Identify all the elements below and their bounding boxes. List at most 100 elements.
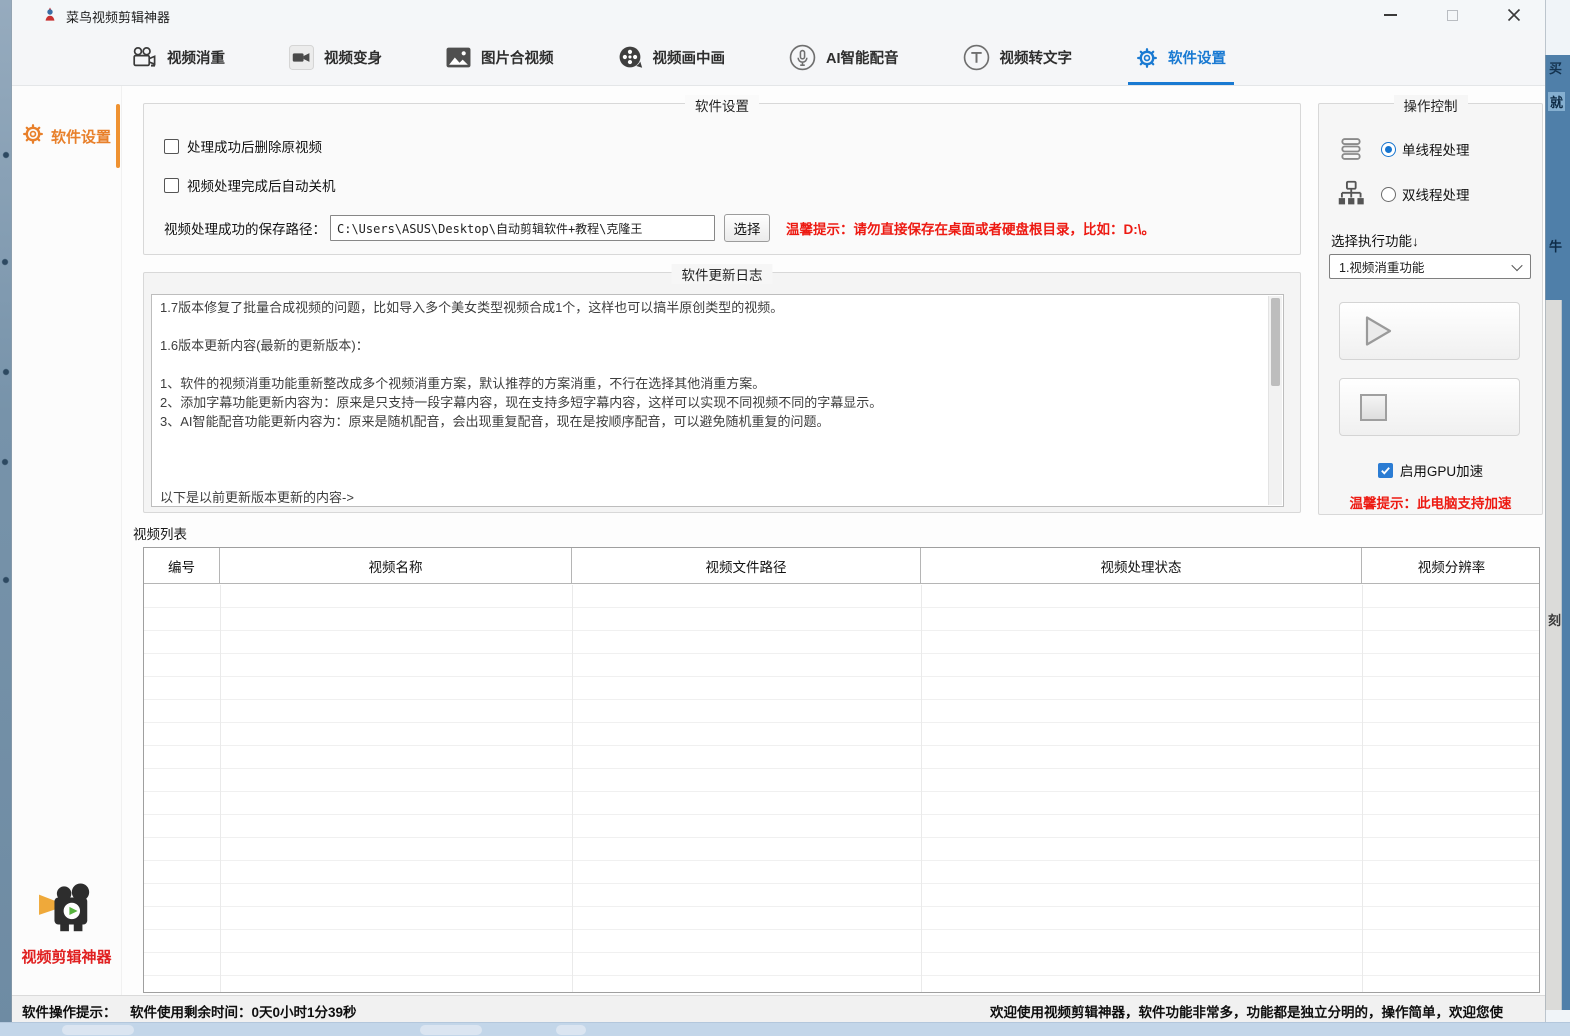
tab-label: AI智能配音 bbox=[826, 47, 899, 68]
app-logo: 视频剪辑神器 bbox=[12, 883, 121, 967]
background-text-fragment: 牛 bbox=[1549, 236, 1562, 255]
tab-pip[interactable]: 视频画中画 bbox=[618, 30, 726, 85]
film-reel-icon bbox=[618, 45, 643, 70]
single-thread-label: 单线程处理 bbox=[1402, 139, 1470, 159]
tab-label: 视频画中画 bbox=[653, 47, 726, 68]
image-icon bbox=[446, 47, 471, 68]
text-circle-icon bbox=[963, 44, 990, 71]
single-thread-row: 单线程处理 bbox=[1335, 136, 1470, 162]
gpu-warning: 温馨提示：此电脑支持加速 bbox=[1319, 492, 1542, 512]
play-icon bbox=[1360, 313, 1396, 349]
gpu-row: 启用GPU加速 bbox=[1319, 460, 1542, 480]
single-thread-icon bbox=[1335, 136, 1367, 162]
tab-transform[interactable]: 视频变身 bbox=[289, 30, 382, 85]
auto-shutdown-label: 视频处理完成后自动关机 bbox=[187, 175, 336, 195]
main-content: 软件设置 视频剪辑神器 bbox=[12, 86, 1545, 995]
sidebar: 软件设置 视频剪辑神器 bbox=[12, 86, 122, 995]
sidebar-item-label: 软件设置 bbox=[51, 126, 111, 147]
close-button[interactable] bbox=[1483, 0, 1545, 30]
function-select[interactable]: 1.视频消重功能 bbox=[1329, 254, 1531, 279]
background-window-panel bbox=[1545, 300, 1562, 1010]
logo-caption: 视频剪辑神器 bbox=[12, 946, 121, 967]
update-log-textarea[interactable]: 1.7版本修复了批量合成视频的问题，比如导入多个美女类型视频合成1个，这样也可以… bbox=[151, 294, 1284, 507]
remaining-time-text: 软件使用剩余时间：0天0小时1分39秒 bbox=[130, 1001, 357, 1021]
app-icon bbox=[42, 7, 58, 23]
table-body bbox=[144, 585, 1539, 992]
tab-label: 视频变身 bbox=[324, 47, 382, 68]
gear-icon bbox=[22, 123, 44, 150]
desktop-background-left bbox=[0, 0, 12, 1036]
column-header-1[interactable]: 编号 bbox=[144, 548, 220, 583]
dual-thread-label: 双线程处理 bbox=[1402, 184, 1470, 204]
tab-bar: 视频消重 视频变身 图片合视频 视频画中画 AI智能配音 视频转文字 软件设置 bbox=[12, 30, 1545, 86]
video-list-label: 视频列表 bbox=[133, 523, 187, 543]
control-panel-group: 操作控制 单线程处理 bbox=[1318, 103, 1543, 515]
tab-video2text[interactable]: 视频转文字 bbox=[963, 30, 1073, 85]
stop-button[interactable] bbox=[1339, 378, 1520, 436]
taskbar[interactable] bbox=[0, 1022, 1570, 1036]
table-header: 编号视频名称视频文件路径视频处理状态视频分辨率 bbox=[144, 548, 1539, 584]
background-text-fragment: 就 bbox=[1548, 92, 1565, 111]
window-title: 菜鸟视频剪辑神器 bbox=[66, 7, 170, 26]
screen: 买 就 牛 刻 菜鸟视频剪辑神器 视频消重视频变身图片合视频视频画中 bbox=[0, 0, 1570, 1036]
auto-shutdown-checkbox[interactable] bbox=[164, 178, 179, 193]
column-header-3[interactable]: 视频文件路径 bbox=[572, 548, 921, 583]
gpu-label: 启用GPU加速 bbox=[1400, 460, 1483, 480]
gpu-checkbox[interactable] bbox=[1378, 463, 1393, 478]
taskbar-highlight bbox=[62, 1025, 134, 1035]
start-button[interactable] bbox=[1339, 302, 1520, 360]
app-window: 菜鸟视频剪辑神器 视频消重视频变身图片合视频视频画中画AI智能配音视频转文字软件… bbox=[12, 0, 1545, 1022]
tab-img2video[interactable]: 图片合视频 bbox=[446, 30, 554, 85]
sidebar-active-indicator bbox=[116, 104, 120, 168]
single-thread-radio[interactable] bbox=[1381, 142, 1396, 157]
dual-thread-icon bbox=[1335, 180, 1367, 208]
function-select-label: 选择执行功能↓ bbox=[1331, 230, 1419, 250]
log-scrollbar-thumb[interactable] bbox=[1271, 298, 1280, 386]
status-bar: 软件操作提示： 软件使用剩余时间：0天0小时1分39秒 欢迎使用视频剪辑神器，软… bbox=[12, 995, 1545, 1022]
maximize-button[interactable] bbox=[1421, 0, 1483, 30]
delete-original-row: 处理成功后删除原视频 bbox=[164, 136, 322, 156]
status-hint-label: 软件操作提示： bbox=[22, 1001, 117, 1021]
settings-group: 软件设置 处理成功后删除原视频 视频处理完成后自动关机 视频处理成功的保存路径：… bbox=[143, 103, 1301, 255]
taskbar-highlight bbox=[556, 1025, 586, 1035]
tab-label: 图片合视频 bbox=[481, 47, 554, 68]
table-column-divider bbox=[921, 585, 922, 992]
stop-icon bbox=[1360, 394, 1387, 421]
gear-icon bbox=[1136, 47, 1158, 69]
control-panel-title: 操作控制 bbox=[1394, 95, 1468, 115]
video-list-table: 编号视频名称视频文件路径视频处理状态视频分辨率 bbox=[143, 547, 1540, 993]
auto-shutdown-row: 视频处理完成后自动关机 bbox=[164, 175, 336, 195]
video-camera-logo-icon bbox=[36, 883, 98, 937]
background-text-fragment: 刻 bbox=[1548, 610, 1561, 629]
tab-ai-dub[interactable]: AI智能配音 bbox=[789, 30, 899, 85]
window-controls bbox=[1359, 0, 1545, 30]
save-path-label: 视频处理成功的保存路径： bbox=[164, 218, 326, 238]
settings-group-title: 软件设置 bbox=[685, 95, 759, 115]
tab-dedupe[interactable]: 视频消重 bbox=[130, 30, 225, 85]
update-log-group-title: 软件更新日志 bbox=[672, 264, 773, 284]
welcome-message-text: 欢迎使用视频剪辑神器，软件功能非常多，功能都是独立分明的，操作简单，欢迎您使 bbox=[990, 1001, 1503, 1021]
titlebar[interactable]: 菜鸟视频剪辑神器 bbox=[12, 0, 1545, 30]
tab-settings[interactable]: 软件设置 bbox=[1136, 30, 1226, 85]
choose-path-button[interactable]: 选择 bbox=[724, 214, 770, 242]
column-header-2[interactable]: 视频名称 bbox=[220, 548, 572, 583]
sidebar-item-settings[interactable]: 软件设置 bbox=[12, 102, 121, 170]
background-text-fragment: 买 bbox=[1549, 58, 1562, 77]
table-column-divider bbox=[220, 585, 221, 992]
log-scrollbar[interactable] bbox=[1268, 296, 1282, 505]
delete-original-checkbox[interactable] bbox=[164, 139, 179, 154]
tab-label: 视频消重 bbox=[167, 47, 225, 68]
dual-thread-radio[interactable] bbox=[1381, 187, 1396, 202]
background-window-right: 买 就 牛 刻 bbox=[1545, 0, 1570, 1022]
save-path-input[interactable] bbox=[330, 215, 715, 241]
save-path-row: 视频处理成功的保存路径： 选择 温馨提示：请勿直接保存在桌面或者硬盘根目录，比如… bbox=[164, 214, 1155, 242]
chevron-down-icon bbox=[1511, 259, 1522, 270]
table-column-divider bbox=[1362, 585, 1363, 992]
update-log-text: 1.7版本修复了批量合成视频的问题，比如导入多个美女类型视频合成1个，这样也可以… bbox=[160, 298, 1263, 504]
delete-original-label: 处理成功后删除原视频 bbox=[187, 136, 322, 156]
column-header-5[interactable]: 视频分辨率 bbox=[1362, 548, 1541, 583]
minimize-button[interactable] bbox=[1359, 0, 1421, 30]
column-header-4[interactable]: 视频处理状态 bbox=[921, 548, 1362, 583]
tab-label: 视频转文字 bbox=[1000, 47, 1073, 68]
save-path-warning: 温馨提示：请勿直接保存在桌面或者硬盘根目录，比如：D:\。 bbox=[786, 218, 1155, 238]
